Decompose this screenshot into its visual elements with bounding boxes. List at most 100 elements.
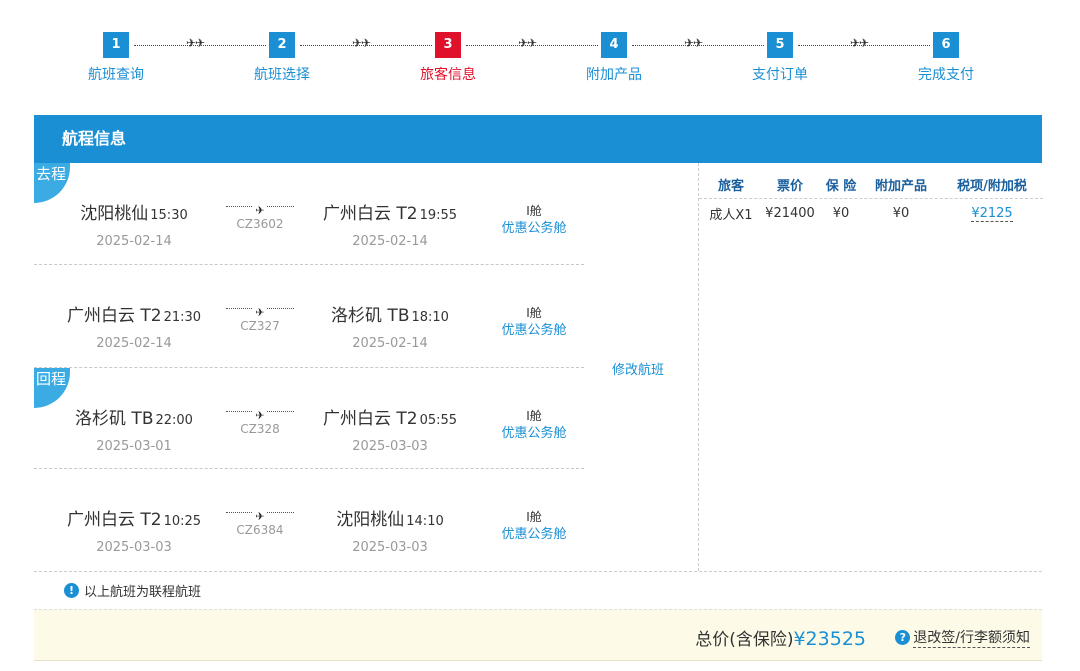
rules-link-text[interactable]: 退改签/行李额须知 xyxy=(913,627,1030,648)
step-5: 5 支付订单 xyxy=(730,32,830,84)
table-row: 成人X1 ¥21400 ¥0 ¥0 ¥2125 xyxy=(699,199,1043,227)
step-number: 6 xyxy=(933,32,959,58)
total-amount: ¥23525 xyxy=(793,628,866,650)
cell-tax: ¥2125 xyxy=(941,205,1043,222)
flight-connector: ✈ CZ327 xyxy=(220,303,300,333)
step-label: 完成支付 xyxy=(918,67,974,83)
flight-connector: ✈ CZ6384 xyxy=(220,507,300,537)
price-footer: 总价(含保险)¥23525 ? 退改签/行李额须知 xyxy=(34,609,1042,661)
cabin-info: I舱 优惠公务舱 xyxy=(484,304,584,340)
plane-arrows-icon: ✈✈ xyxy=(850,36,869,50)
price-panel: 旅客 票价 保 险 附加产品 税项/附加税 成人X1 ¥21400 ¥0 ¥0 … xyxy=(698,163,1043,571)
header-passenger: 旅客 xyxy=(717,179,744,194)
step-number: 5 xyxy=(767,32,793,58)
arrival: 广州白云 T2 05:55 2025-03-03 xyxy=(290,404,490,454)
step-6: 6 完成支付 xyxy=(896,32,996,84)
return-badge: 回程 xyxy=(34,368,70,408)
departure-time: 21:30 xyxy=(163,310,202,325)
arrival-date: 2025-02-14 xyxy=(352,336,428,351)
cabin-class: I舱 xyxy=(526,306,542,320)
itinerary-header: 航程信息 xyxy=(34,115,1042,163)
departure-date: 2025-02-14 xyxy=(96,336,172,351)
outbound-badge: 去程 xyxy=(34,163,70,203)
header-fare: 票价 xyxy=(776,179,803,194)
cabin-info: I舱 优惠公务舱 xyxy=(484,202,584,238)
departure-city: 广州白云 T2 xyxy=(66,510,162,530)
flight-number: CZ3602 xyxy=(236,217,284,231)
total-price: 总价(含保险)¥23525 xyxy=(695,625,866,650)
cabin-type: 优惠公务舱 xyxy=(501,527,567,542)
flight-segment: 广州白云 T2 10:25 2025-03-03 ✈ CZ6384 沈阳桃仙 14:… xyxy=(34,469,584,571)
departure-date: 2025-03-01 xyxy=(96,439,172,454)
departure-date: 2025-02-14 xyxy=(96,234,172,249)
arrival-time: 05:55 xyxy=(419,413,458,428)
cabin-type: 优惠公务舱 xyxy=(501,323,567,338)
step-1: 1 航班查询 xyxy=(66,32,166,84)
flight-segment: 去程 沈阳桃仙 15:30 2025-02-14 ✈ CZ3602 广州白云 T2… xyxy=(34,163,584,265)
cabin-class: I舱 xyxy=(526,204,542,218)
step-2: 2 航班选择 xyxy=(232,32,332,84)
header-tax: 税项/附加税 xyxy=(957,179,1027,194)
arrival: 沈阳桃仙 14:10 2025-03-03 xyxy=(290,505,490,555)
arrival: 广州白云 T2 19:55 2025-02-14 xyxy=(290,199,490,249)
arrival-city: 广州白云 T2 xyxy=(322,204,418,224)
help-icon: ? xyxy=(895,630,911,645)
plane-arrows-icon: ✈✈ xyxy=(352,36,371,50)
plane-arrows-icon: ✈✈ xyxy=(684,36,703,50)
plane-arrows-icon: ✈✈ xyxy=(518,36,537,50)
header-addon: 附加产品 xyxy=(874,179,927,194)
departure-city: 洛杉矶 TB xyxy=(75,409,154,429)
departure: 洛杉矶 TB 22:00 2025-03-01 xyxy=(34,404,234,454)
flight-connector: ✈ CZ3602 xyxy=(220,201,300,231)
price-table-header: 旅客 票价 保 险 附加产品 税项/附加税 xyxy=(699,171,1043,199)
flight-connector: ✈ CZ328 xyxy=(220,406,300,436)
plane-icon: ✈ xyxy=(253,510,267,523)
step-number: 4 xyxy=(601,32,627,58)
booking-stepper: 1 航班查询 ✈✈ 2 航班选择 ✈✈ 3 旅客信息 ✈✈ 4 附加产品 ✈✈ … xyxy=(0,0,1080,100)
info-icon: ! xyxy=(64,583,79,598)
cell-addon: ¥0 xyxy=(892,205,910,221)
tax-detail-link[interactable]: ¥2125 xyxy=(971,205,1013,222)
departure-time: 15:30 xyxy=(150,208,188,223)
connecting-flight-note: ! 以上航班为联程航班 xyxy=(34,571,1042,609)
departure: 广州白云 T2 21:30 2025-02-14 xyxy=(34,301,234,351)
arrival-city: 洛杉矶 TB xyxy=(331,306,410,326)
cabin-info: I舱 优惠公务舱 xyxy=(484,508,584,544)
step-label: 航班查询 xyxy=(88,67,144,83)
price-table: 旅客 票价 保 险 附加产品 税项/附加税 成人X1 ¥21400 ¥0 ¥0 … xyxy=(699,171,1043,227)
arrival-date: 2025-02-14 xyxy=(352,234,428,249)
cabin-type: 优惠公务舱 xyxy=(501,221,567,236)
plane-icon: ✈ xyxy=(253,204,267,217)
arrival: 洛杉矶 TB 18:10 2025-02-14 xyxy=(290,301,490,351)
step-4: 4 附加产品 xyxy=(564,32,664,84)
modify-flight-link[interactable]: 修改航班 xyxy=(612,359,664,378)
step-number: 2 xyxy=(269,32,295,58)
flight-segment: 广州白云 T2 21:30 2025-02-14 ✈ CZ327 洛杉矶 TB 18… xyxy=(34,265,584,367)
note-text: 以上航班为联程航班 xyxy=(84,585,202,600)
flight-number: CZ327 xyxy=(240,319,280,333)
arrival-time: 14:10 xyxy=(406,514,444,529)
cabin-info: I舱 优惠公务舱 xyxy=(484,407,584,443)
flight-number: CZ328 xyxy=(240,422,280,436)
cell-passenger: 成人X1 xyxy=(709,207,753,223)
departure-time: 10:25 xyxy=(163,514,202,529)
cabin-class: I舱 xyxy=(526,409,542,423)
arrival-date: 2025-03-03 xyxy=(352,540,428,555)
departure: 广州白云 T2 10:25 2025-03-03 xyxy=(34,505,234,555)
step-label: 航班选择 xyxy=(254,67,310,83)
cell-fare: ¥21400 xyxy=(765,205,815,221)
step-label: 旅客信息 xyxy=(420,67,476,83)
header-insurance: 保 险 xyxy=(825,179,857,194)
cabin-class: I舱 xyxy=(526,510,542,524)
step-3: 3 旅客信息 xyxy=(398,32,498,84)
departure-city: 沈阳桃仙 xyxy=(80,204,149,224)
total-label: 总价(含保险) xyxy=(695,630,794,650)
step-label: 附加产品 xyxy=(586,67,642,83)
arrival-city: 广州白云 T2 xyxy=(322,409,418,429)
plane-arrows-icon: ✈✈ xyxy=(186,36,205,50)
arrival-time: 19:55 xyxy=(419,208,458,223)
rules-link[interactable]: ? 退改签/行李额须知 xyxy=(895,627,1030,648)
departure-date: 2025-03-03 xyxy=(96,540,172,555)
cabin-type: 优惠公务舱 xyxy=(501,426,567,441)
plane-icon: ✈ xyxy=(253,306,267,319)
